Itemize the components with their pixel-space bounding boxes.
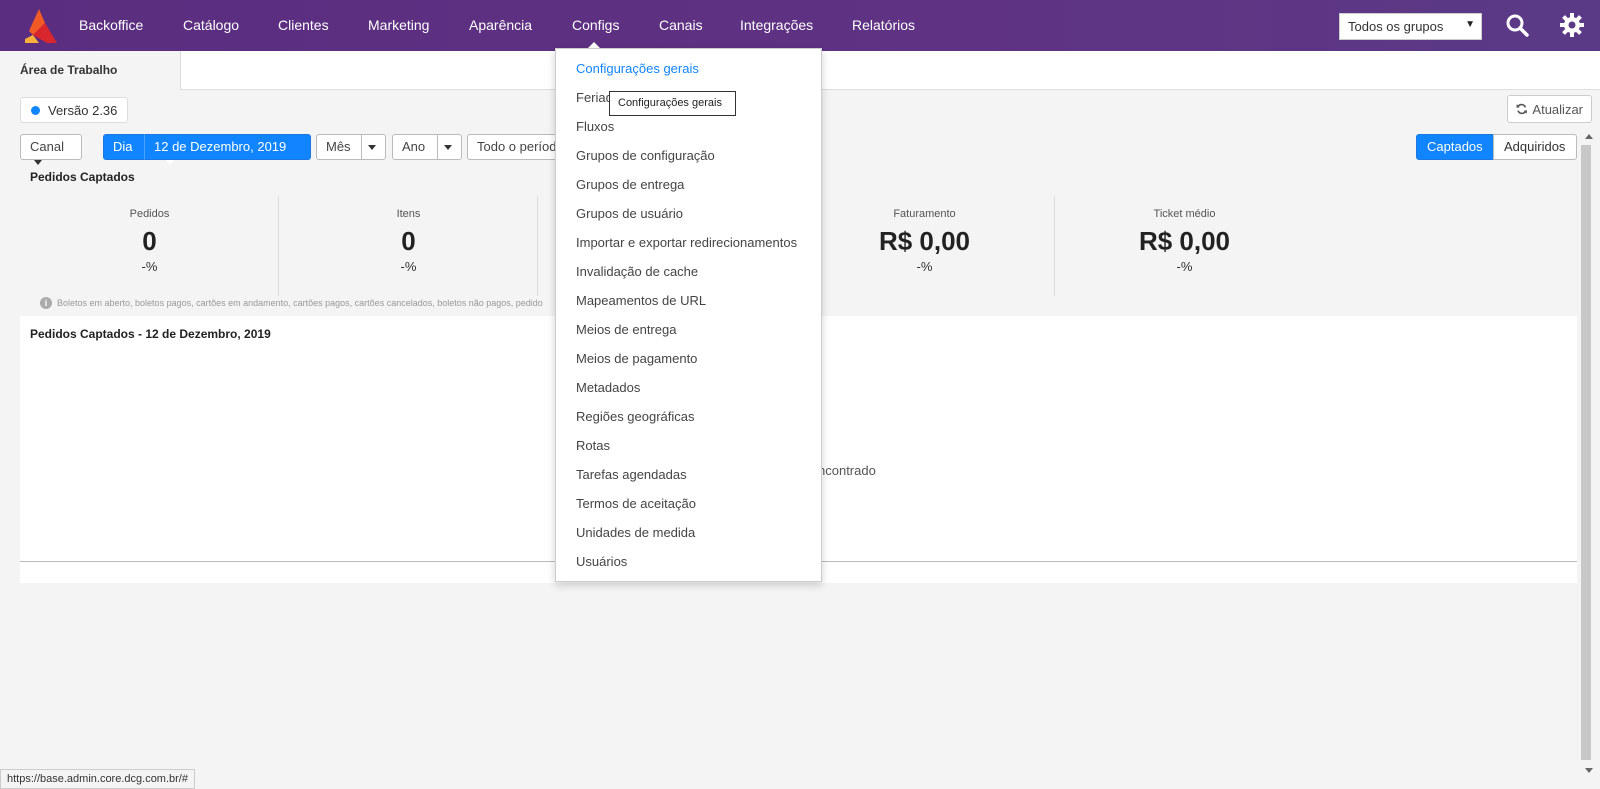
menu-item-grupos-de-configuracao[interactable]: Grupos de configuração bbox=[576, 148, 715, 163]
menu-item-tarefas-agendadas[interactable]: Tarefas agendadas bbox=[576, 467, 687, 482]
all-period-button[interactable]: Todo o períod bbox=[467, 134, 562, 160]
date-picker[interactable]: 12 de Dezembro, 2019 bbox=[144, 134, 311, 166]
logo-icon[interactable] bbox=[25, 9, 57, 43]
menu-item-meios-de-pagamento[interactable]: Meios de pagamento bbox=[576, 351, 697, 366]
nav-configs[interactable]: Configs bbox=[572, 17, 619, 33]
caret-down-icon bbox=[166, 160, 174, 166]
menu-item-configuracoes-gerais[interactable]: Configurações gerais bbox=[576, 61, 699, 76]
version-label: Versão 2.36 bbox=[48, 102, 118, 118]
metric-value: R$ 0,00 bbox=[878, 226, 971, 256]
channel-filter-button[interactable]: Canal bbox=[20, 134, 82, 166]
metric-value: 0 bbox=[142, 226, 157, 256]
month-dropdown-toggle[interactable] bbox=[361, 134, 386, 160]
caret-down-icon bbox=[444, 145, 452, 151]
metric-average-ticket: Ticket médio R$ 0,00 -% bbox=[1055, 196, 1314, 296]
metric-items: Itens 0 -% bbox=[279, 196, 538, 296]
select-arrow-icon: ▼ bbox=[1465, 19, 1475, 30]
nav-clientes[interactable]: Clientes bbox=[278, 17, 329, 33]
summary-note: i Boletos em aberto, boletos pagos, cart… bbox=[40, 297, 543, 309]
year-dropdown-toggle[interactable] bbox=[437, 134, 462, 160]
metric-label: Pedidos bbox=[129, 208, 170, 220]
caret-down-icon bbox=[34, 160, 42, 166]
refresh-label: Atualizar bbox=[1532, 101, 1583, 117]
status-dot-icon bbox=[31, 105, 40, 115]
metric-label: Itens bbox=[396, 208, 421, 220]
top-navbar: Backoffice Catálogo Clientes Marketing A… bbox=[0, 0, 1600, 51]
metric-change: -% bbox=[141, 259, 158, 274]
date-label: 12 de Dezembro, 2019 bbox=[154, 139, 287, 154]
refresh-icon bbox=[1516, 103, 1528, 115]
summary-note-text: Boletos em aberto, boletos pagos, cartõe… bbox=[57, 298, 543, 308]
info-icon: i bbox=[40, 297, 52, 309]
group-select-value: Todos os grupos bbox=[1348, 19, 1444, 34]
metric-label: Faturamento bbox=[893, 208, 956, 220]
chart-title: Pedidos Captados - 12 de Dezembro, 2019 bbox=[30, 327, 271, 341]
captured-toggle[interactable]: Captados bbox=[1416, 134, 1494, 160]
year-button[interactable]: Ano bbox=[392, 134, 438, 160]
divider bbox=[537, 196, 538, 296]
nav-aparencia[interactable]: Aparência bbox=[469, 17, 532, 33]
menu-item-regioes-geograficas[interactable]: Regiões geográficas bbox=[576, 409, 695, 424]
refresh-button[interactable]: Atualizar bbox=[1507, 95, 1592, 123]
nav-canais[interactable]: Canais bbox=[659, 17, 703, 33]
tab-area-de-trabalho[interactable]: Área de Trabalho bbox=[0, 51, 181, 90]
channel-label: Canal bbox=[30, 139, 64, 154]
menu-item-invalidacao-de-cache[interactable]: Invalidação de cache bbox=[576, 264, 698, 279]
menu-item-metadados[interactable]: Metadados bbox=[576, 380, 640, 395]
nav-integracoes[interactable]: Integrações bbox=[740, 17, 813, 33]
year-label: Ano bbox=[402, 139, 426, 154]
search-icon[interactable] bbox=[1505, 13, 1529, 37]
menu-item-importar-exportar-redirecionamentos[interactable]: Importar e exportar redirecionamentos bbox=[576, 235, 797, 250]
menu-item-rotas[interactable]: Rotas bbox=[576, 438, 610, 453]
metric-revenue: Faturamento R$ 0,00 -% bbox=[795, 196, 1054, 296]
metric-value: R$ 0,00 bbox=[1138, 226, 1231, 256]
tooltip: Configurações gerais bbox=[609, 91, 736, 116]
day-label: Dia bbox=[113, 139, 133, 154]
period-label: Todo o períod bbox=[477, 139, 557, 154]
menu-item-mapeamentos-de-url[interactable]: Mapeamentos de URL bbox=[576, 293, 706, 308]
summary-title: Pedidos Captados bbox=[30, 170, 135, 184]
nav-backoffice[interactable]: Backoffice bbox=[79, 17, 143, 33]
nav-marketing[interactable]: Marketing bbox=[368, 17, 429, 33]
metric-change: -% bbox=[1176, 259, 1193, 274]
metric-change: -% bbox=[400, 259, 417, 274]
metric-label: Ticket médio bbox=[1153, 208, 1216, 220]
metric-value: 0 bbox=[401, 226, 416, 256]
menu-item-meios-de-entrega[interactable]: Meios de entrega bbox=[576, 322, 676, 337]
nav-relatorios[interactable]: Relatórios bbox=[852, 17, 915, 33]
nav-catalogo[interactable]: Catálogo bbox=[183, 17, 239, 33]
status-bar-url: https://base.admin.core.dcg.com.br/# bbox=[0, 769, 195, 789]
version-badge: Versão 2.36 bbox=[20, 97, 129, 123]
scrollbar-thumb[interactable] bbox=[1581, 145, 1591, 760]
menu-item-unidades-de-medida[interactable]: Unidades de medida bbox=[576, 525, 695, 540]
month-label: Mês bbox=[326, 139, 351, 154]
gear-icon[interactable] bbox=[1560, 13, 1584, 37]
month-button[interactable]: Mês bbox=[316, 134, 362, 160]
caret-down-icon bbox=[368, 145, 376, 151]
day-button[interactable]: Dia bbox=[103, 134, 145, 160]
menu-item-usuarios[interactable]: Usuários bbox=[576, 554, 627, 569]
configs-dropdown-menu: Configurações gerais Feriad Fluxos Grupo… bbox=[555, 48, 822, 582]
group-select[interactable]: Todos os grupos ▼ bbox=[1339, 13, 1482, 40]
menu-item-termos-de-aceitacao[interactable]: Termos de aceitação bbox=[576, 496, 696, 511]
menu-item-feriados[interactable]: Feriad bbox=[576, 90, 613, 105]
chart-empty-message: ncontrado bbox=[818, 463, 876, 478]
metric-orders: Pedidos 0 -% bbox=[20, 196, 279, 296]
metric-change: -% bbox=[916, 259, 933, 274]
menu-item-grupos-de-usuario[interactable]: Grupos de usuário bbox=[576, 206, 683, 221]
menu-item-grupos-de-entrega[interactable]: Grupos de entrega bbox=[576, 177, 684, 192]
menu-item-fluxos[interactable]: Fluxos bbox=[576, 119, 614, 134]
acquired-toggle[interactable]: Adquiridos bbox=[1493, 134, 1577, 160]
